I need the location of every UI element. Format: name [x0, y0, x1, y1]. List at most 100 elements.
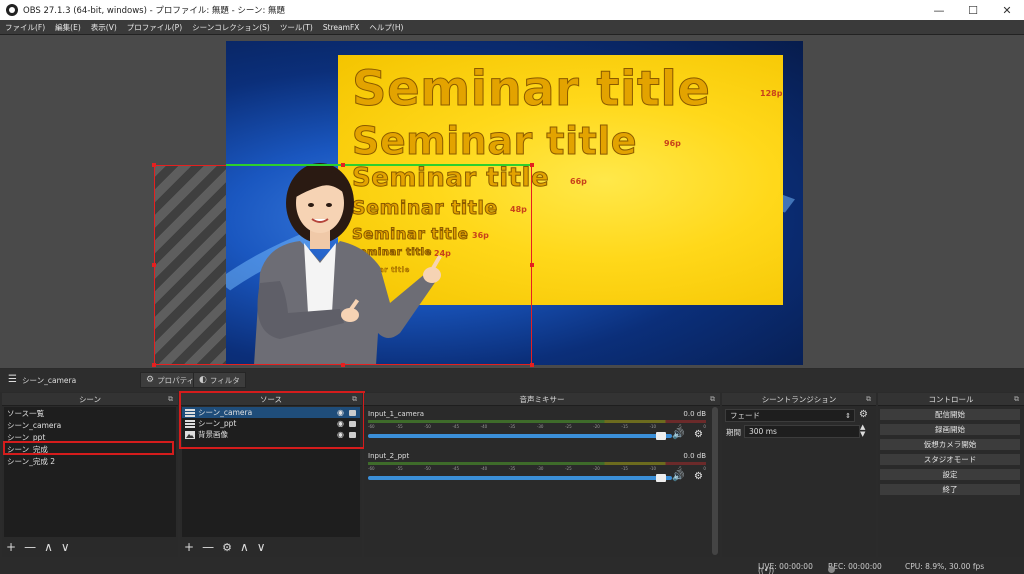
rec-time: REC: 00:00:00: [828, 562, 882, 571]
resize-handle[interactable]: [530, 163, 534, 167]
scene-item[interactable]: シーン_完成 2: [4, 455, 176, 467]
channel-db: 0.0 dB: [683, 410, 706, 418]
menu-edit[interactable]: 編集(E): [50, 22, 86, 33]
resize-handle[interactable]: [152, 363, 156, 367]
mixer-title: 音声ミキサー: [519, 394, 565, 404]
minimize-button[interactable]: —: [922, 0, 956, 20]
menu-streamfx[interactable]: StreamFX: [318, 23, 365, 32]
mixer-header: 音声ミキサー ⧉: [364, 393, 720, 406]
volume-slider-knob[interactable]: [656, 474, 666, 482]
window-controls: — ☐ ✕: [922, 0, 1024, 20]
move-scene-up-button[interactable]: ∧: [44, 540, 53, 554]
scenes-panel: シーン ⧉ ソース一覧 シーン_camera シーン_ppt シーン_完成 シー…: [2, 393, 178, 557]
start-streaming-button[interactable]: 配信開始: [879, 408, 1021, 421]
gear-icon[interactable]: ⚙: [859, 409, 868, 420]
menu-scene-collection[interactable]: シーンコレクション(S): [187, 22, 275, 33]
source-settings-button[interactable]: ⚙: [222, 541, 232, 554]
slide-title-text: Seminar title: [351, 61, 711, 118]
scenes-list[interactable]: ソース一覧 シーン_camera シーン_ppt シーン_完成 シーン_完成 2: [4, 407, 176, 537]
start-recording-button[interactable]: 録画開始: [879, 423, 1021, 436]
rec-status: REC: 00:00:00: [828, 562, 882, 573]
scenes-title: シーン: [78, 394, 102, 404]
spin-buttons[interactable]: ▲ ▼: [860, 424, 865, 438]
scenes-header: シーン ⧉: [2, 393, 178, 406]
volume-slider[interactable]: [368, 434, 672, 438]
resize-handle[interactable]: [341, 163, 345, 167]
channel-name: Input_2_ppt: [368, 452, 410, 460]
filters-button[interactable]: ◐ フィルタ: [193, 372, 246, 388]
transitions-header: シーントランジション ⧉: [722, 393, 876, 406]
highlight-box: [3, 441, 174, 455]
window-title: OBS 27.1.3 (64-bit, windows) - プロファイル: 無…: [23, 6, 286, 16]
speaker-icon[interactable]: 🔊: [672, 471, 684, 482]
preview-area[interactable]: Seminar title 128p Seminar title 96p Sem…: [0, 35, 1024, 368]
scene-item[interactable]: ソース一覧: [4, 407, 176, 419]
popout-icon[interactable]: ⧉: [710, 395, 715, 404]
popout-icon[interactable]: ⧉: [866, 395, 871, 404]
exit-button[interactable]: 終了: [879, 483, 1021, 496]
gear-icon[interactable]: ⚙: [694, 429, 703, 440]
resize-handle[interactable]: [341, 363, 345, 367]
resize-handle[interactable]: [530, 263, 534, 267]
popout-icon[interactable]: ⧉: [1014, 395, 1019, 404]
move-scene-down-button[interactable]: ∨: [61, 540, 70, 554]
title-bar: OBS 27.1.3 (64-bit, windows) - プロファイル: 無…: [0, 0, 1024, 20]
maximize-button[interactable]: ☐: [956, 0, 990, 20]
resize-handle[interactable]: [530, 363, 534, 367]
slide-size-label: 66p: [570, 177, 587, 186]
move-source-up-button[interactable]: ∧: [240, 540, 249, 554]
filters-label: フィルタ: [209, 375, 240, 385]
close-button[interactable]: ✕: [990, 0, 1024, 20]
resize-handle[interactable]: [152, 263, 156, 267]
gear-icon[interactable]: ⚙: [694, 471, 703, 482]
snap-guide-line: [226, 164, 532, 166]
record-dot-icon: [828, 566, 835, 573]
obs-logo-icon: [6, 4, 18, 16]
filter-icon: ◐: [199, 375, 207, 385]
properties-label: プロパティ: [157, 375, 195, 385]
scenes-toolbar: + — ∧ ∨: [6, 539, 70, 555]
duration-input[interactable]: 300 ms: [744, 425, 860, 438]
add-scene-button[interactable]: +: [6, 540, 16, 554]
channel-name: Input_1_camera: [368, 410, 425, 418]
controls-header: コントロール ⧉: [878, 393, 1024, 406]
transitions-panel: シーントランジション ⧉ フェード ⇕ ⚙ 期間 300 ms ▲ ▼: [722, 393, 876, 557]
volume-meter: [368, 420, 706, 423]
menu-view[interactable]: 表示(V): [86, 22, 122, 33]
properties-button[interactable]: ⚙ プロパティ: [140, 372, 201, 388]
duration-value: 300 ms: [749, 427, 777, 436]
mixer-scrollbar[interactable]: [712, 407, 718, 555]
slide-size-label: 128p: [760, 89, 783, 98]
volume-slider-knob[interactable]: [656, 432, 666, 440]
menu-help[interactable]: ヘルプ(H): [364, 22, 408, 33]
speaker-icon[interactable]: 🔊: [672, 429, 684, 440]
volume-slider[interactable]: [368, 476, 672, 480]
status-bar: ((•)) LIVE: 00:00:00 REC: 00:00:00 CPU: …: [0, 558, 1024, 574]
menu-file[interactable]: ファイル(F): [0, 22, 50, 33]
transition-selected: フェード: [730, 411, 760, 420]
channel-db: 0.0 dB: [683, 452, 706, 460]
meter-ticks: -60 -55 -50 -45 -40 -35 -30 -25 -20 -15 -10 -5 0: [368, 424, 706, 429]
popout-icon[interactable]: ⧉: [168, 395, 173, 404]
transition-select[interactable]: フェード ⇕: [725, 409, 855, 422]
resize-handle[interactable]: [152, 163, 156, 167]
sources-toolbar: + — ⚙ ∧ ∨: [184, 539, 266, 555]
menu-tools[interactable]: ツール(T): [275, 22, 318, 33]
remove-scene-button[interactable]: —: [24, 540, 36, 554]
scene-item[interactable]: シーン_camera: [4, 419, 176, 431]
chevron-updown-icon: ⇕: [845, 411, 851, 420]
menu-profile[interactable]: プロファイル(P): [122, 22, 187, 33]
source-selection-box[interactable]: [154, 165, 532, 365]
add-source-button[interactable]: +: [184, 540, 194, 554]
remove-source-button[interactable]: —: [202, 540, 214, 554]
move-source-down-button[interactable]: ∨: [257, 540, 266, 554]
mixer-channel: Input_2_ppt 0.0 dB -60 -55 -50 -45 -40 -35 -30…: [364, 450, 720, 492]
studio-mode-button[interactable]: スタジオモード: [879, 453, 1021, 466]
menu-bar: ファイル(F) 編集(E) 表示(V) プロファイル(P) シーンコレクション(…: [0, 20, 1024, 35]
controls-title: コントロール: [928, 394, 974, 404]
start-virtual-camera-button[interactable]: 仮想カメラ開始: [879, 438, 1021, 451]
settings-button[interactable]: 設定: [879, 468, 1021, 481]
gear-icon: ⚙: [146, 375, 155, 385]
slide-size-label: 96p: [664, 139, 681, 148]
live-status: ((•)) LIVE: 00:00:00: [758, 562, 813, 574]
